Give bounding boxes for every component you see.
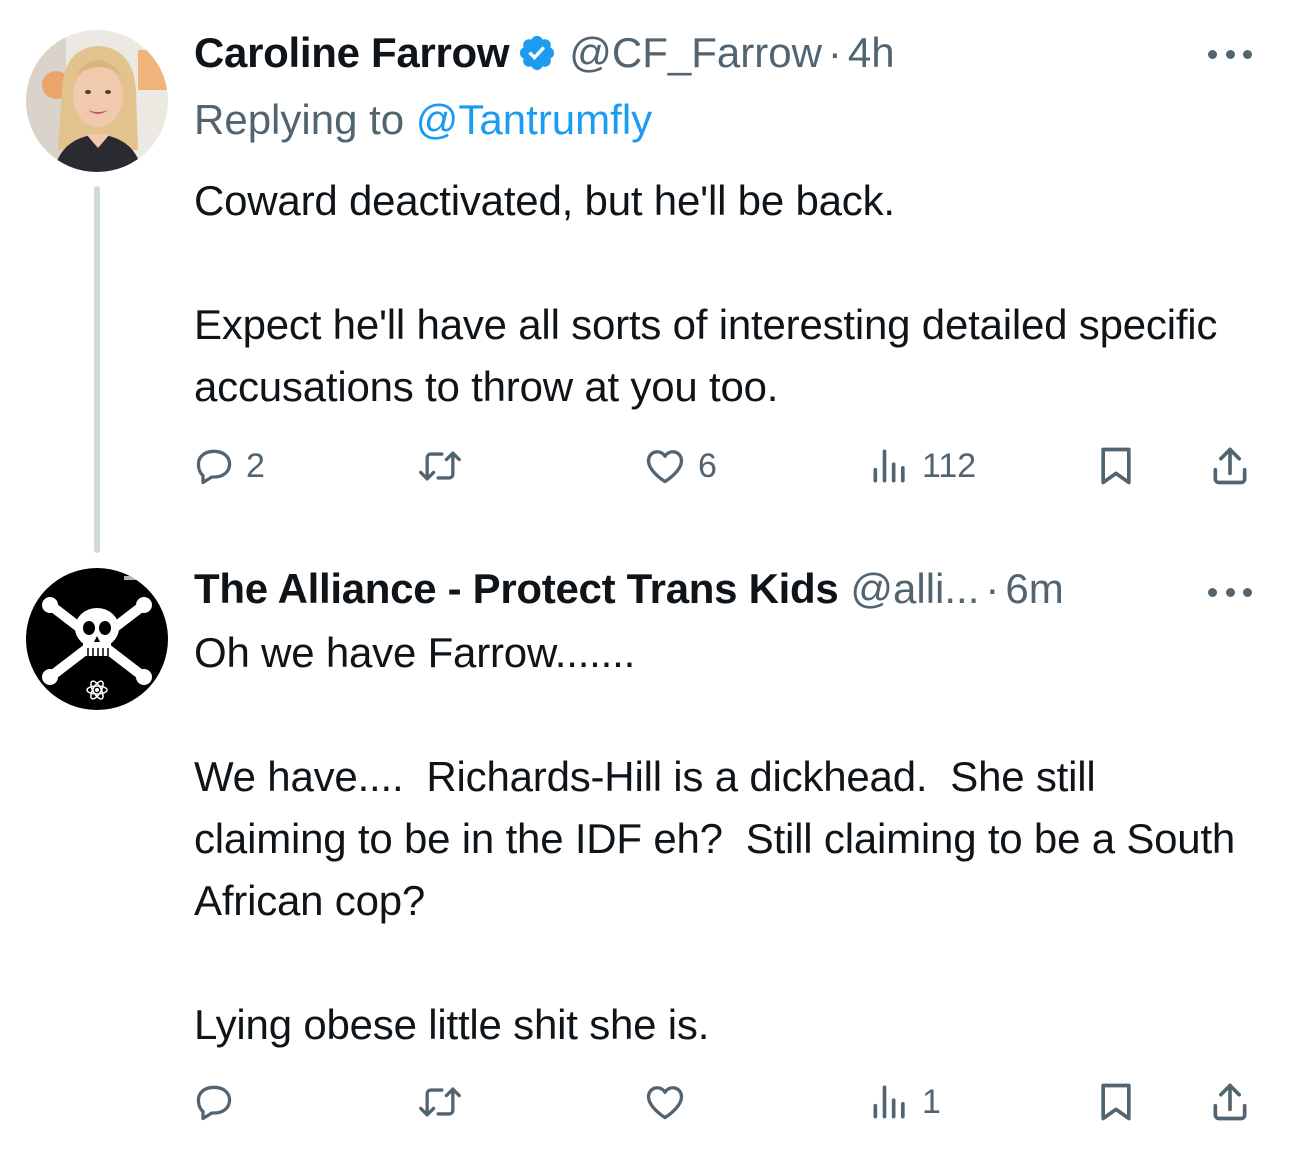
bookmark-button[interactable] [1096,1078,1136,1126]
like-button[interactable] [642,1078,698,1126]
tweet-header: Caroline Farrow @CF_Farrow · 4h [194,28,895,78]
retweet-button[interactable] [414,442,476,490]
tweet-the-alliance[interactable]: The Alliance - Protect Trans Kids @alli.… [0,550,1290,1159]
display-name[interactable]: The Alliance - Protect Trans Kids [194,564,839,614]
reply-count: 2 [246,446,265,485]
retweet-icon [414,444,466,488]
retweet-button[interactable] [414,1078,476,1126]
thread-line [94,186,100,553]
tweet-caroline-farrow[interactable]: Caroline Farrow @CF_Farrow · 4h Replying… [0,0,1290,553]
reply-icon [192,1080,236,1124]
tweet-text: Coward deactivated, but he'll be back. E… [194,177,1218,410]
tweet-text: Oh we have Farrow....... We have.... Ric… [194,629,1236,1048]
bookmark-button[interactable] [1096,442,1136,490]
more-icon[interactable] [1208,582,1252,602]
separator-dot: · [827,29,842,76]
views-count: 1 [922,1082,941,1121]
reply-button[interactable] [192,1078,246,1126]
share-button[interactable] [1208,442,1252,490]
tweet-timestamp[interactable]: 4h [848,28,895,78]
display-name[interactable]: Caroline Farrow [194,28,510,78]
like-button[interactable]: 6 [642,442,717,490]
heart-icon [642,444,688,488]
more-icon[interactable] [1208,44,1252,64]
bookmark-icon [1096,1080,1136,1124]
replying-to-handle[interactable]: @Tantrumfly [416,96,652,143]
tweet-timestamp[interactable]: 6m [1005,564,1063,614]
views-button[interactable]: 1 [868,1078,941,1126]
avatar-caroline-farrow[interactable] [26,30,168,172]
tweet-header: The Alliance - Protect Trans Kids @alli.… [194,564,1064,614]
retweet-icon [414,1080,466,1124]
views-icon [868,1080,912,1124]
verified-badge-icon [517,33,557,73]
bookmark-icon [1096,444,1136,488]
heart-icon [642,1080,688,1124]
replying-to-label: Replying to [194,96,405,143]
reply-icon [192,444,236,488]
avatar-the-alliance[interactable] [26,568,168,710]
views-button[interactable]: 112 [868,442,976,490]
reply-button[interactable]: 2 [192,442,265,490]
avatar-photo [26,30,168,172]
user-handle[interactable]: @CF_Farrow [569,28,822,78]
tweet-actions: 2 6 112 [192,442,1262,490]
like-count: 6 [698,446,717,485]
share-icon [1208,1080,1252,1124]
separator-dot: · [985,565,1000,612]
avatar-skull-crossbones [26,568,168,710]
replying-to: Replying to @Tantrumfly [194,94,652,146]
user-handle[interactable]: @alli... [850,564,979,614]
share-icon [1208,444,1252,488]
share-button[interactable] [1208,1078,1252,1126]
views-count: 112 [922,446,977,485]
views-icon [868,444,912,488]
tweet-actions: 1 [192,1078,1262,1126]
